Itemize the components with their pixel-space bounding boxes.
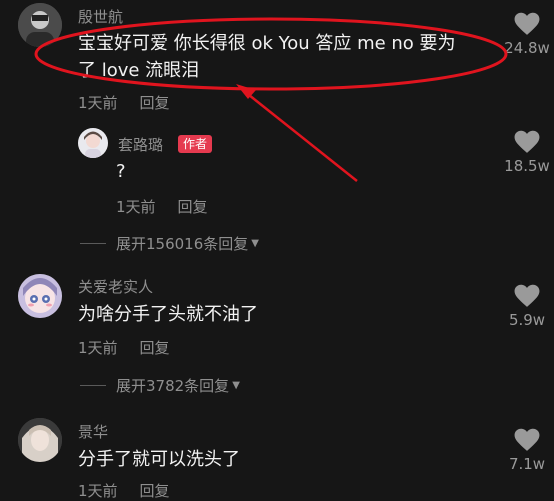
like-count: 5.9w [508,311,546,329]
annotation-arrow-line [243,90,358,182]
comment-time: 1天前 [78,339,118,357]
like-button[interactable]: 18.5w [502,130,552,175]
chevron-down-icon: ▼ [251,238,259,249]
like-button[interactable]: 7.1w [502,428,552,473]
chevron-down-icon: ▼ [232,380,240,391]
like-count: 18.5w [504,157,550,175]
comment-username[interactable]: 关爱老实人 [78,276,153,297]
avatar[interactable] [18,274,62,318]
comment-text: 为啥分手了头就不油了 [78,304,258,325]
like-count: 7.1w [508,455,546,473]
comment-meta: 1天前 回复 [116,196,208,217]
comment-text-line: 了 love 流眼泪 [78,60,200,81]
like-button[interactable]: 24.8w [502,12,552,57]
comment-username[interactable]: 景华 [78,421,108,442]
expand-replies-label: 展开3782条回复 [116,377,230,395]
reply-button[interactable]: 回复 [178,198,208,216]
avatar[interactable] [18,418,62,462]
comment-text: 宝宝好可爱 你长得很 ok You 答应 me no 要为 了 love 流眼泪 [78,30,456,84]
expand-replies-button[interactable]: 展开3782条回复 ▼ [80,375,240,396]
comment-time: 1天前 [78,482,118,500]
annotation-arrow-head [236,84,256,99]
author-badge: 作者 [178,135,213,153]
reply-button[interactable]: 回复 [140,339,170,357]
comment-meta: 1天前 回复 [78,92,170,113]
divider [80,385,106,386]
reply-button[interactable]: 回复 [140,482,170,500]
comment-username[interactable]: 殷世航 [78,6,123,27]
comment-time: 1天前 [78,94,118,112]
comment-text: 分手了就可以洗头了 [78,449,240,470]
heart-icon [514,12,540,35]
heart-icon [514,284,540,307]
avatar[interactable] [18,3,62,47]
comment-text-line: 宝宝好可爱 你长得很 ok You 答应 me no 要为 [78,33,456,54]
comment-meta: 1天前 回复 [78,337,170,358]
comment-time: 1天前 [116,198,156,216]
avatar[interactable] [78,128,108,158]
expand-replies-label: 展开156016条回复 [116,235,249,253]
heart-icon [514,130,540,153]
reply-button[interactable]: 回复 [140,94,170,112]
like-count: 24.8w [504,39,550,57]
comment-text: ? [116,161,126,182]
expand-replies-button[interactable]: 展开156016条回复 ▼ [80,233,259,254]
divider [80,243,106,244]
comment-meta: 1天前 回复 [78,480,170,501]
like-button[interactable]: 5.9w [502,284,552,329]
heart-icon [514,428,540,451]
comment-username[interactable]: 套路璐 [118,134,163,155]
